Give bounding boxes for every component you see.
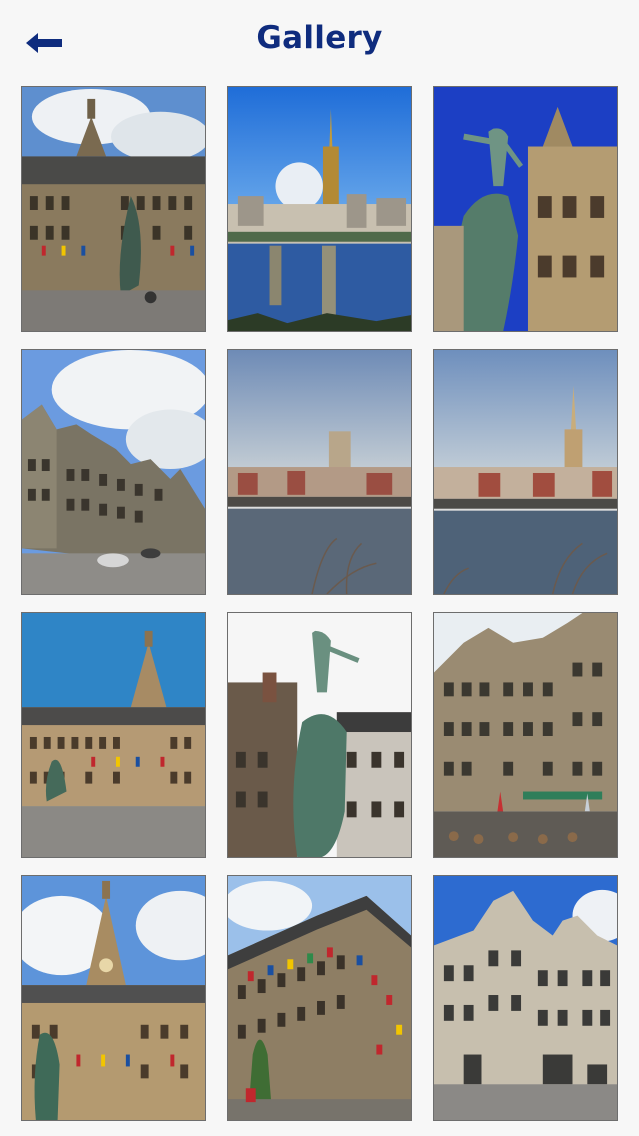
gallery-photo[interactable]	[433, 612, 618, 858]
header-bar: Gallery	[0, 0, 639, 82]
page-title: Gallery	[256, 20, 383, 56]
photo-gabled-houses	[434, 876, 617, 1120]
photo-guild-houses-street	[22, 350, 205, 594]
gallery-photo[interactable]	[227, 349, 412, 595]
gallery-photo[interactable]	[21, 612, 206, 858]
photo-town-hall-with-statue	[22, 87, 205, 331]
photo-grid	[21, 86, 618, 1121]
gallery-photo[interactable]	[433, 349, 618, 595]
gallery-photo[interactable]	[433, 875, 618, 1121]
photo-cathedral-skyline-river	[228, 87, 411, 331]
photo-town-hall-square	[22, 613, 205, 857]
photo-river-spire-view	[434, 350, 617, 594]
gallery-photo[interactable]	[21, 86, 206, 332]
photo-guild-houses-cafe	[434, 613, 617, 857]
gallery-photo[interactable]	[227, 875, 412, 1121]
photo-brabo-fountain-closeup	[434, 87, 617, 331]
gallery-photo[interactable]	[21, 875, 206, 1121]
gallery-photo[interactable]	[227, 612, 412, 858]
photo-river-tower-view	[228, 350, 411, 594]
gallery-photo[interactable]	[227, 86, 412, 332]
photo-building-with-flags	[228, 876, 411, 1120]
gallery-photo[interactable]	[433, 86, 618, 332]
photo-brabo-statue-rooftops	[228, 613, 411, 857]
gallery-photo[interactable]	[21, 349, 206, 595]
photo-town-hall-facade-statue	[22, 876, 205, 1120]
